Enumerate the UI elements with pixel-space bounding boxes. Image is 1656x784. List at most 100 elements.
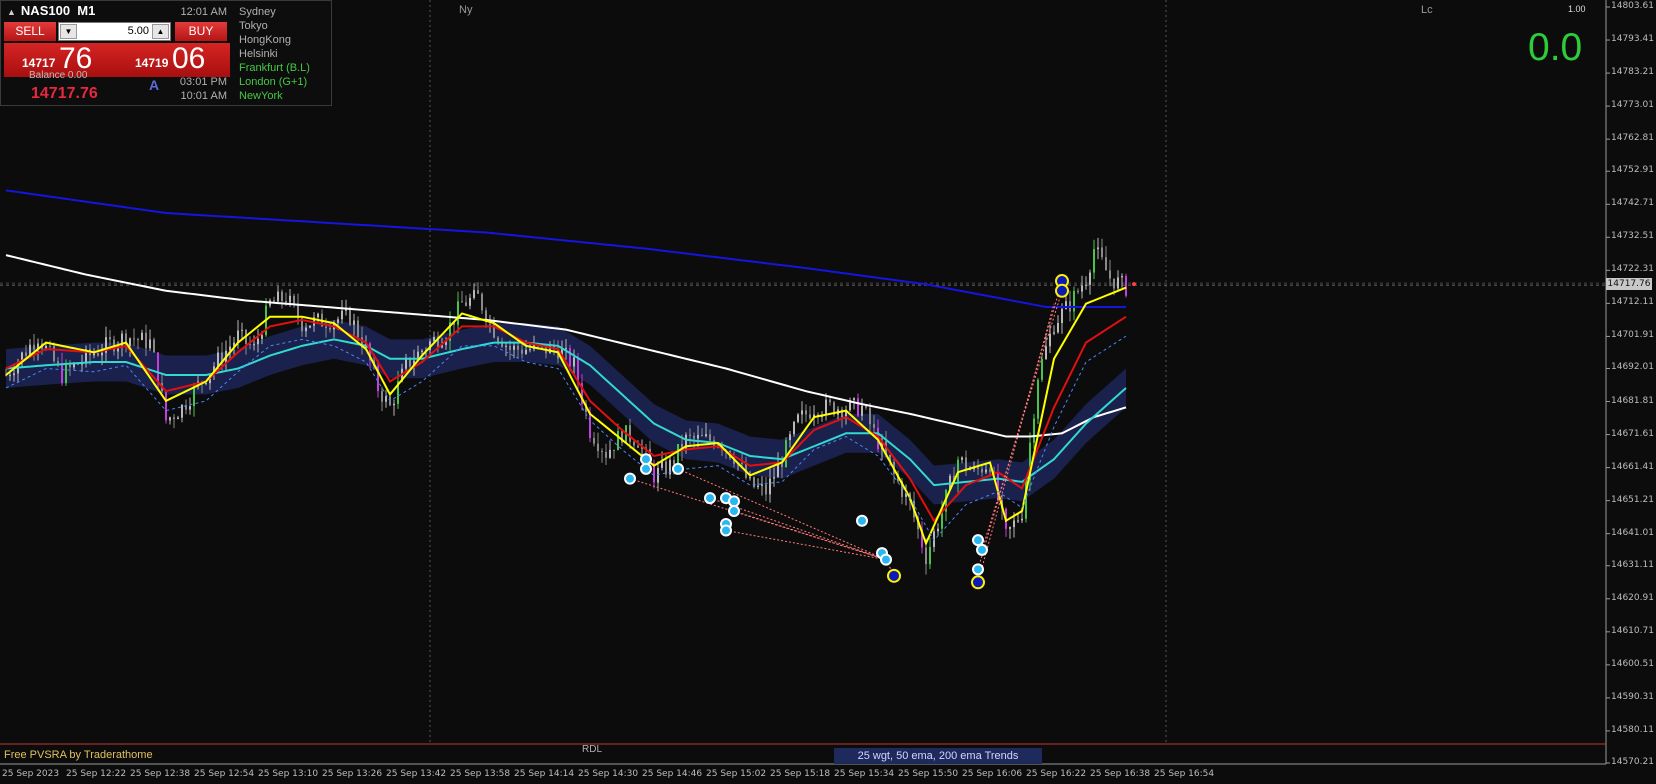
candle-body [637,445,639,448]
candle-body [129,338,131,346]
candle-body [217,352,219,367]
price-tick-label: 14742.71 [1611,198,1654,209]
candle-body [93,353,95,356]
candle-body [613,449,615,451]
candle-body [1017,520,1019,522]
candle-body [513,345,515,350]
signal-marker [706,494,714,503]
candle-body [1053,332,1055,334]
session-time: 03:01 PM [179,76,227,88]
candle-body [869,407,871,425]
price-tick-label: 14722.31 [1611,264,1654,275]
candle-body [789,434,791,441]
price-tick-label: 14793.41 [1611,34,1654,45]
buy-quote[interactable]: 14719 06 [117,42,230,77]
candle-body [1077,290,1079,292]
candle-body [1121,276,1123,278]
signal-marker-big [971,575,985,590]
price-tick-label: 14712.11 [1611,297,1654,308]
candle-body [189,406,191,410]
candle-body [521,349,523,354]
price-tick-label: 14701.91 [1611,330,1654,341]
candle-body [289,295,291,303]
candle-body [1089,272,1091,285]
signal-marker [674,464,682,473]
candle-body [701,434,703,437]
time-tick-label: 25 Sep 16:54 [1154,769,1215,779]
timeframe: M1 [77,3,96,18]
signal-marker [642,464,650,473]
candle-body [965,457,967,470]
time-tick-label: 25 Sep 2023 [2,769,60,779]
candle-body [709,434,711,441]
candle-body [469,297,471,306]
top-right-value: 1.00 [1568,4,1586,14]
price-tick-label: 14641.01 [1611,527,1654,538]
candle-body [1013,520,1015,528]
candle-body [477,290,479,294]
candle-body [241,329,243,331]
candle-body [961,457,963,460]
symbol-label[interactable]: ▲ NAS100 M1 [7,3,95,18]
buy-button[interactable]: BUY [175,22,227,41]
candle-body [381,391,383,402]
candle-body [353,320,355,325]
current-price: 14717.76 [31,85,98,102]
lot-input[interactable] [79,23,149,39]
candle-body [1033,418,1035,443]
price-tick-label: 14620.91 [1611,592,1654,603]
candle-body [929,546,931,565]
candle-body [509,345,511,350]
candle-body [673,459,675,465]
candle-body [109,337,111,340]
price-tick-label: 14651.21 [1611,494,1654,505]
session-name: NewYork [239,90,283,102]
signal-marker [642,455,650,464]
candle-body [753,477,755,488]
candle-body [665,461,667,475]
price-tick-label: 14732.51 [1611,231,1654,242]
session-name: Tokyo [239,20,268,32]
candle-body [305,327,307,332]
candle-body [765,484,767,495]
candle-body [193,386,195,407]
candle-body [53,346,55,362]
big-value-display: 0.0 [1528,26,1583,69]
candle-body [525,349,527,354]
time-tick-label: 25 Sep 14:30 [578,769,639,779]
candle-body [145,332,147,349]
candle-body [337,319,339,323]
candle-body [165,391,167,421]
candle-body [829,399,831,403]
candle-body [1085,284,1087,286]
candle-body [797,414,799,422]
session-name: Frankfurt (B.L) [239,62,310,74]
candle-body [853,398,855,401]
candle-body [769,478,771,495]
signal-marker [978,545,986,554]
candle-body [617,430,619,451]
candle-body [97,353,99,356]
sell-button[interactable]: SELL [4,22,56,41]
lot-size-field[interactable]: ▼ ▲ [58,22,171,41]
candle-body [181,404,183,418]
session-name: London (G+1) [239,76,308,88]
candle-body [57,361,59,364]
price-chart[interactable] [0,0,1656,784]
price-tick-label: 14783.21 [1611,67,1654,78]
rdl-label: RDL [582,744,603,755]
lot-up-icon[interactable]: ▲ [152,24,169,39]
lot-down-icon[interactable]: ▼ [60,24,77,39]
price-tick-label: 14692.01 [1611,362,1654,373]
candle-body [861,405,863,416]
candle-body [1057,323,1059,333]
candle-body [421,350,423,352]
signal-marker [882,555,890,564]
collapse-icon[interactable]: ▲ [7,7,16,17]
price-tick-label: 14580.11 [1611,724,1654,735]
candle-body [657,467,659,483]
candle-body [157,352,159,384]
time-tick-label: 25 Sep 14:14 [514,769,575,779]
signal-marker-big [887,568,901,583]
symbol-name: NAS100 [20,3,71,18]
